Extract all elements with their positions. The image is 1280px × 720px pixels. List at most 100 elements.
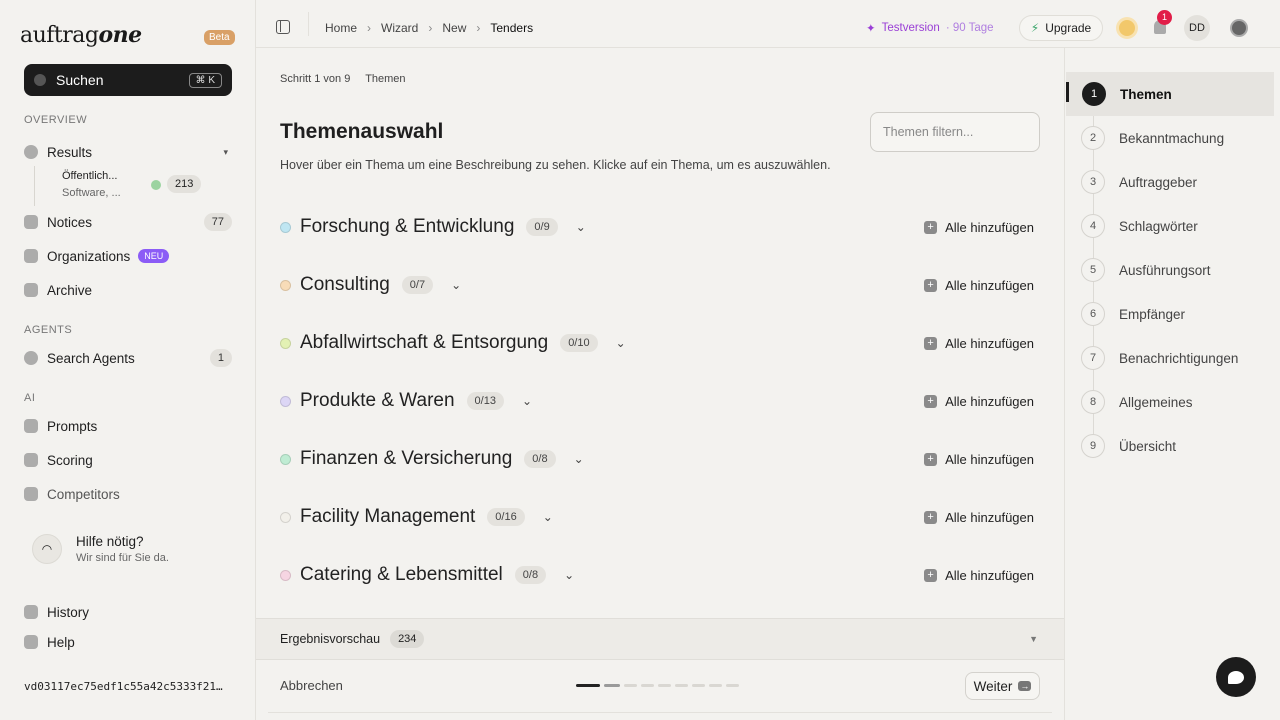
step-progress-dots — [576, 684, 743, 687]
upgrade-label: Upgrade — [1045, 21, 1092, 35]
topic-name[interactable]: Forschung & Entwicklung — [300, 216, 514, 238]
add-all-button[interactable]: + Alle hinzufügen — [924, 510, 1034, 525]
add-all-button[interactable]: + Alle hinzufügen — [924, 452, 1034, 467]
nav-history[interactable]: History — [24, 599, 232, 625]
topic-count: 0/16 — [487, 508, 525, 526]
progress-dot — [604, 684, 620, 687]
add-all-button[interactable]: + Alle hinzufügen — [924, 394, 1034, 409]
sidebar-toggle-icon[interactable] — [276, 20, 290, 34]
topic-color-dot — [280, 337, 291, 349]
wizard-step[interactable]: 6 Empfänger — [1065, 292, 1273, 336]
trial-indicator[interactable]: ✦ Testversion · 90 Tage — [866, 21, 994, 35]
topic-name[interactable]: Abfallwirtschaft & Entsorgung — [300, 332, 548, 354]
topic-row[interactable]: Forschung & Entwicklung 0/9 ⌄ + Alle hinzufü… — [280, 212, 1040, 242]
result-preview-bar[interactable]: Ergebnisvorschau 234 ▼ — [256, 618, 1064, 660]
wizard-step[interactable]: 5 Ausführungsort — [1065, 248, 1273, 292]
breadcrumb: Home › Wizard › New › Tenders — [325, 21, 543, 35]
wizard-step[interactable]: 9 Übersicht — [1065, 424, 1273, 468]
results-subitem[interactable]: Öffentlich... Software, ... 213 — [34, 166, 234, 206]
topic-name[interactable]: Produkte & Waren — [300, 390, 455, 412]
step-number: 9 — [1081, 434, 1105, 458]
preview-label: Ergebnisvorschau — [280, 632, 381, 646]
breadcrumb-new[interactable]: New — [442, 21, 466, 35]
topic-name[interactable]: Catering & Lebensmittel — [300, 564, 503, 586]
nav-notices[interactable]: Notices 77 — [24, 209, 232, 235]
topic-color-dot — [280, 453, 291, 465]
beta-badge: Beta — [204, 30, 235, 45]
breadcrumb-home[interactable]: Home — [325, 21, 357, 35]
nav-archive[interactable]: Archive — [24, 277, 232, 303]
step-number: 4 — [1081, 214, 1105, 238]
step-label: Allgemeines — [1119, 394, 1193, 410]
add-all-button[interactable]: + Alle hinzufügen — [924, 336, 1034, 351]
wizard-step[interactable]: 7 Benachrichtigungen — [1065, 336, 1273, 380]
chevron-down-icon[interactable]: ⌄ — [522, 394, 532, 408]
agent-icon — [24, 351, 38, 365]
gear-icon[interactable] — [1232, 21, 1246, 35]
plus-icon: + — [924, 278, 938, 292]
new-badge: NEU — [138, 249, 170, 263]
chevron-down-icon[interactable]: ⌄ — [574, 452, 584, 466]
wizard-step[interactable]: 1 Themen — [1066, 72, 1274, 116]
chat-button[interactable] — [1216, 657, 1256, 697]
chevron-down-icon[interactable]: ⌄ — [451, 278, 461, 292]
chevron-down-icon[interactable]: ⌄ — [616, 336, 626, 350]
nav-prompts-label: Prompts — [47, 418, 98, 434]
topic-row[interactable]: Catering & Lebensmittel 0/8 ⌄ + Alle hinzufü… — [280, 560, 1040, 590]
plus-icon: + — [924, 510, 938, 524]
wizard-step[interactable]: 4 Schlagwörter — [1065, 204, 1273, 248]
sun-icon[interactable] — [1119, 20, 1135, 36]
cancel-button[interactable]: Abbrechen — [280, 678, 343, 693]
chevron-down-icon[interactable]: ⌄ — [564, 568, 574, 582]
arrow-right-icon: → — [1018, 681, 1032, 691]
wizard-step[interactable]: 8 Allgemeines — [1065, 380, 1273, 424]
subitem-count: 213 — [167, 175, 202, 193]
wizard-step[interactable]: 2 Bekanntmachung — [1065, 116, 1273, 160]
nav-results[interactable]: Results ▾ — [24, 139, 232, 165]
subitem-title: Öffentlich... — [62, 170, 118, 182]
next-button[interactable]: Weiter → — [965, 672, 1040, 700]
add-all-button[interactable]: + Alle hinzufügen — [924, 278, 1034, 293]
next-label: Weiter — [973, 678, 1013, 694]
nav-search-agents[interactable]: Search Agents 1 — [24, 345, 232, 371]
topic-row[interactable]: Produkte & Waren 0/13 ⌄ + Alle hinzufügen — [280, 386, 1040, 416]
upgrade-button[interactable]: ⚡ Upgrade — [1019, 15, 1103, 41]
chevron-down-icon[interactable]: ⌄ — [543, 510, 553, 524]
topic-filter-input[interactable] — [870, 112, 1040, 152]
topic-color-dot — [280, 511, 291, 523]
search-button[interactable]: Suchen ⌘ K — [24, 64, 232, 96]
breadcrumb-wizard[interactable]: Wizard — [381, 21, 418, 35]
topic-row[interactable]: Finanzen & Versicherung 0/8 ⌄ + Alle hinzufü… — [280, 444, 1040, 474]
nav-competitors[interactable]: Competitors — [24, 481, 232, 507]
wizard-step[interactable]: 3 Auftraggeber — [1065, 160, 1273, 204]
active-step-indicator — [1066, 82, 1069, 102]
nav-help[interactable]: Help — [24, 629, 232, 655]
chevron-down-icon[interactable]: ⌄ — [576, 220, 586, 234]
nav-prompts[interactable]: Prompts — [24, 413, 232, 439]
avatar[interactable]: DD — [1184, 15, 1210, 41]
collapse-caret-icon[interactable]: ▾ — [223, 147, 228, 158]
expand-caret-icon[interactable]: ▼ — [1029, 634, 1038, 644]
page-description: Hover über ein Thema um eine Beschreibun… — [280, 158, 831, 172]
topic-row[interactable]: Abfallwirtschaft & Entsorgung 0/10 ⌄ + Alle … — [280, 328, 1040, 358]
divider — [268, 712, 1052, 713]
add-all-button[interactable]: + Alle hinzufügen — [924, 220, 1034, 235]
nav-organizations-label: Organizations — [47, 248, 131, 264]
help-card[interactable]: ◠ Hilfe nötig? Wir sind für Sie da. — [24, 524, 232, 574]
topic-name[interactable]: Finanzen & Versicherung — [300, 448, 512, 470]
nav-organizations[interactable]: Organizations NEU — [24, 243, 232, 269]
results-icon — [24, 145, 38, 159]
add-all-label: Alle hinzufügen — [945, 335, 1034, 351]
add-all-label: Alle hinzufügen — [945, 277, 1034, 293]
trial-label: Testversion — [881, 22, 940, 34]
topic-name[interactable]: Facility Management — [300, 506, 475, 528]
add-all-button[interactable]: + Alle hinzufügen — [924, 568, 1034, 583]
nav-scoring-label: Scoring — [47, 452, 93, 468]
topic-row[interactable]: Facility Management 0/16 ⌄ + Alle hinzufügen — [280, 502, 1040, 532]
step-number: 7 — [1081, 346, 1105, 370]
nav-scoring[interactable]: Scoring — [24, 447, 232, 473]
add-all-label: Alle hinzufügen — [945, 451, 1034, 467]
logo[interactable]: auftragone — [20, 22, 142, 48]
topic-row[interactable]: Consulting 0/7 ⌄ + Alle hinzufügen — [280, 270, 1040, 300]
topic-name[interactable]: Consulting — [300, 274, 390, 296]
